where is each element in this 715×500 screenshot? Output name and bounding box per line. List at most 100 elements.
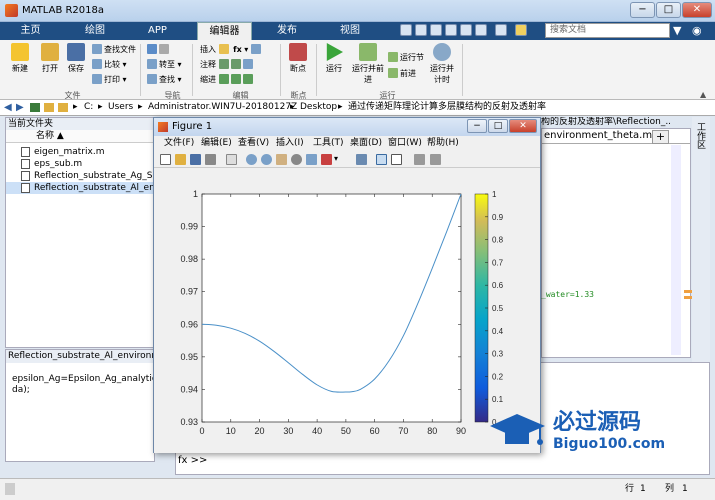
menu-edit[interactable]: 编辑(E)	[201, 136, 232, 151]
forward-arrow-icon[interactable]: ▶	[16, 100, 24, 115]
figure-minimize-button[interactable]: −	[467, 119, 487, 133]
indent-icon	[218, 74, 229, 84]
link-icon[interactable]	[356, 154, 367, 165]
m-file-icon	[21, 147, 30, 157]
zoom-in-icon[interactable]	[246, 154, 257, 165]
comment-button[interactable]: 注释	[200, 59, 255, 70]
print-button[interactable]: 打印 ▾	[92, 74, 127, 85]
up-folder-icon[interactable]	[30, 103, 40, 112]
rotate-icon[interactable]	[291, 154, 302, 165]
find-button[interactable]: 查找 ▾	[147, 74, 182, 85]
figure-title-bar[interactable]: Figure 1 − □ ✕	[154, 118, 540, 136]
legend-icon[interactable]	[391, 154, 402, 165]
new-button[interactable]: 新建	[6, 43, 34, 74]
open-button[interactable]: 打开	[36, 43, 64, 74]
status-bar: 行 1 列 1	[0, 478, 715, 500]
figure-maximize-button[interactable]: □	[488, 119, 508, 133]
advance-button[interactable]: 前进	[388, 68, 416, 79]
insert-button[interactable]: 插入 fx ▾	[200, 44, 263, 55]
new-tab-button[interactable]: +	[652, 130, 669, 144]
compare-button[interactable]: 比较 ▾	[92, 59, 127, 70]
zoom-out-icon[interactable]	[261, 154, 272, 165]
brush-icon[interactable]	[321, 154, 332, 165]
hide-tools-icon[interactable]	[414, 154, 425, 165]
menu-desktop[interactable]: 桌面(D)	[350, 136, 382, 151]
details-panel: Reflection_substrate_Al_environme... eps…	[5, 349, 176, 462]
maximize-button[interactable]: □	[656, 2, 681, 18]
back-arrow-icon[interactable]: ◀	[4, 100, 12, 115]
tab-publish[interactable]: 发布	[262, 22, 312, 40]
quick-paste-icon[interactable]	[445, 24, 457, 36]
tab-view[interactable]: 视图	[325, 22, 375, 40]
run-advance-button[interactable]: 运行并前进	[352, 43, 384, 85]
menu-help[interactable]: 帮助(H)	[427, 136, 459, 151]
quick-save-icon[interactable]	[400, 24, 412, 36]
save-figure-icon[interactable]	[190, 154, 201, 165]
back-button[interactable]	[147, 44, 171, 54]
address-sep: ▸	[290, 102, 295, 112]
run-section-button[interactable]: 运行节	[388, 52, 424, 63]
ribbon-separator	[140, 44, 141, 96]
run-time-button[interactable]: 运行并计时	[428, 43, 456, 85]
address-part-desktop[interactable]: Desktop	[300, 100, 337, 115]
brush-dropdown-icon[interactable]: ▾	[334, 154, 345, 165]
close-button[interactable]: ✕	[682, 2, 712, 18]
minimize-button[interactable]: −	[630, 2, 655, 18]
tab-home[interactable]: 主页	[8, 22, 53, 40]
quick-undo-icon[interactable]	[460, 24, 472, 36]
menu-tools[interactable]: 工具(T)	[313, 136, 344, 151]
new-figure-icon[interactable]	[160, 154, 171, 165]
forward-icon	[159, 44, 169, 54]
figure-close-button[interactable]: ✕	[509, 119, 537, 133]
pan-icon[interactable]	[276, 154, 287, 165]
quick-help-icon[interactable]	[515, 24, 527, 36]
open-file-icon[interactable]	[175, 154, 186, 165]
data-cursor-icon[interactable]	[306, 154, 317, 165]
y-tick-label: 0.95	[180, 352, 198, 362]
breakpoints-button[interactable]: 断点	[284, 43, 312, 74]
colorbar-toggle-icon[interactable]	[376, 154, 387, 165]
workspace-label: 工作区	[695, 122, 705, 149]
menu-window[interactable]: 窗口(W)	[388, 136, 422, 151]
colorbar-tick-label: 0.5	[492, 304, 504, 313]
address-part-drive[interactable]: C:	[84, 100, 93, 115]
search-input[interactable]: 搜索文档	[545, 23, 670, 38]
tab-apps[interactable]: APP	[135, 22, 180, 40]
address-part-users[interactable]: Users	[108, 100, 133, 115]
name-column-header[interactable]: 名称 ▲	[6, 130, 154, 143]
editor-marker[interactable]	[684, 290, 692, 293]
filter-icon[interactable]: ▼	[673, 24, 687, 38]
indent-button[interactable]: 缩进	[200, 74, 255, 85]
command-prompt[interactable]: fx >>	[178, 455, 207, 466]
tab-editor[interactable]: 编辑器	[197, 22, 252, 40]
print-figure-icon[interactable]	[205, 154, 216, 165]
quick-switch-icon[interactable]	[495, 24, 507, 36]
editor-marker[interactable]	[684, 296, 692, 299]
figure-window[interactable]: Figure 1 − □ ✕ 文件(F) 编辑(E) 查看(V) 插入(I) 工…	[153, 117, 541, 453]
user-icon[interactable]: ◉	[692, 24, 706, 38]
address-part-folder[interactable]: 通过传递矩阵理论计算多层膜结构的反射及透射率	[348, 100, 546, 115]
tab-plots[interactable]: 绘图	[70, 22, 120, 40]
pointer-icon[interactable]	[226, 154, 237, 165]
print-label: 打印	[104, 75, 120, 84]
figure-menu-bar: 文件(F) 编辑(E) 查看(V) 插入(I) 工具(T) 桌面(D) 窗口(W…	[154, 136, 540, 151]
menu-insert[interactable]: 插入(I)	[276, 136, 304, 151]
dock-icon[interactable]	[430, 154, 441, 165]
compare-icon	[92, 59, 102, 69]
address-sep: ▸	[338, 102, 343, 112]
menu-file[interactable]: 文件(F)	[164, 136, 194, 151]
collapse-ribbon-icon[interactable]: ▲	[700, 90, 706, 99]
menu-view[interactable]: 查看(V)	[238, 136, 269, 151]
browse-folder-icon[interactable]	[44, 103, 54, 112]
address-part-user[interactable]: Administrator.WIN7U-20180127Z	[148, 100, 297, 115]
find-files-button[interactable]: 查找文件	[92, 44, 136, 55]
quick-cut-icon[interactable]	[415, 24, 427, 36]
open-icon	[41, 43, 59, 61]
quick-redo-icon[interactable]	[475, 24, 487, 36]
address-sep: ▸	[73, 102, 78, 112]
goto-button[interactable]: 转至 ▾	[147, 59, 182, 70]
quick-copy-icon[interactable]	[430, 24, 442, 36]
run-button[interactable]: 运行	[320, 43, 348, 74]
save-button[interactable]: 保存	[64, 43, 88, 74]
editor-scrollbar[interactable]	[671, 145, 681, 355]
